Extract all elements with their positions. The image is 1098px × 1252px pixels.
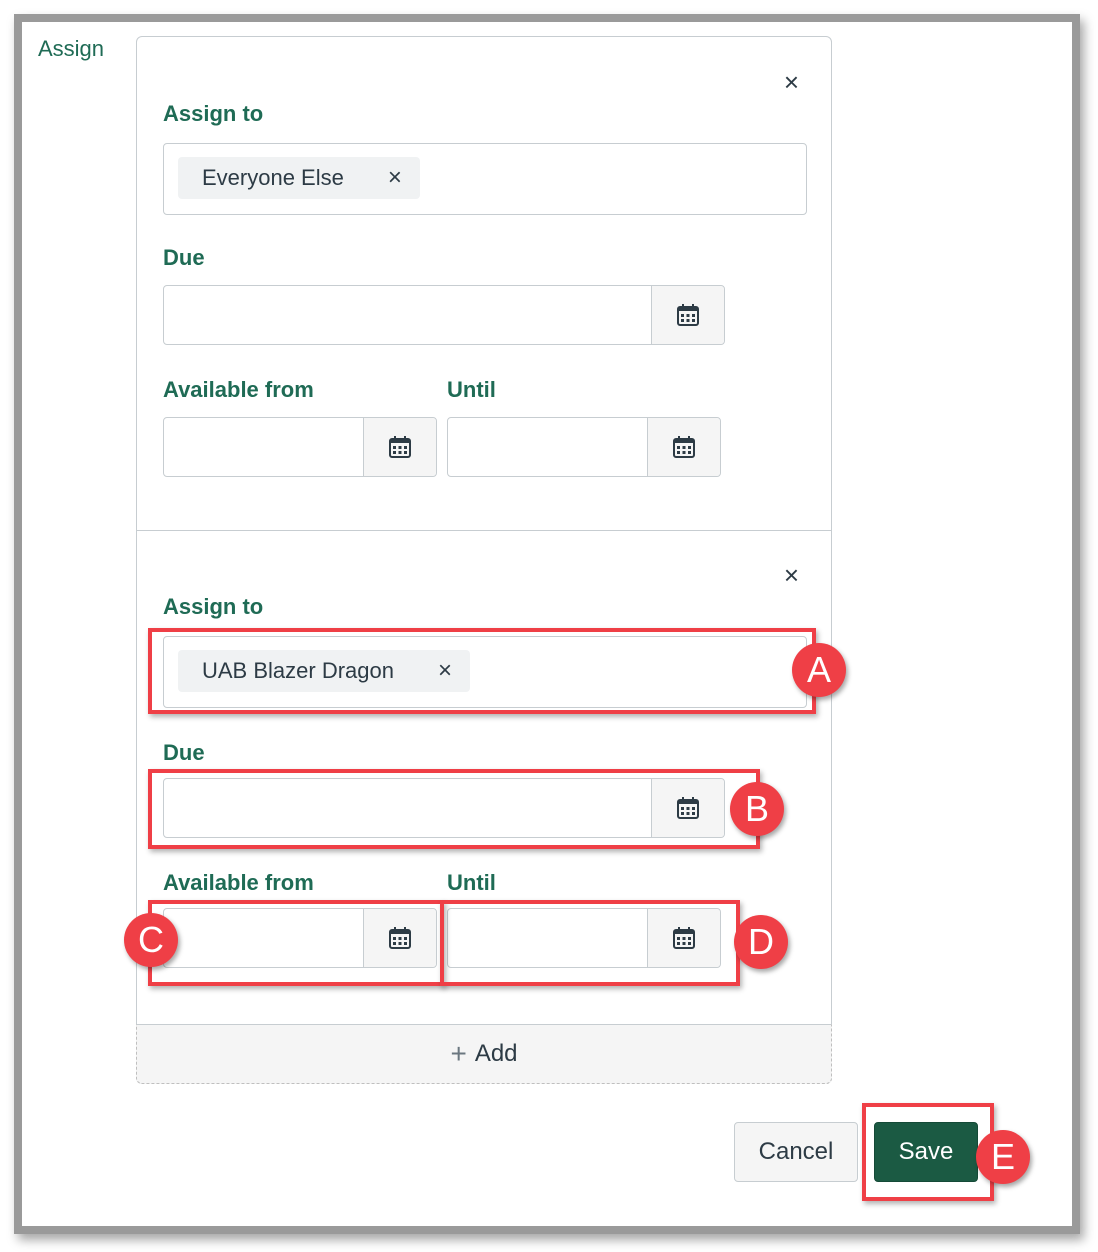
until-field: [447, 417, 721, 477]
available-from-calendar-button[interactable]: [363, 418, 436, 476]
due-date-input[interactable]: [164, 286, 651, 344]
calendar-icon: [389, 436, 411, 458]
assign-to-label: Assign to: [163, 594, 264, 619]
available-from-field: [163, 417, 437, 477]
assign-to-input[interactable]: Everyone Else ×: [163, 143, 807, 215]
annotation-box-d: [440, 900, 740, 986]
assignee-name: Everyone Else: [202, 165, 344, 190]
annotation-box-b: [148, 769, 760, 849]
until-input[interactable]: [448, 418, 647, 476]
due-label: Due: [163, 245, 205, 270]
add-assignment-button[interactable]: + Add: [136, 1024, 832, 1084]
remove-assignee-x-icon[interactable]: ×: [388, 164, 402, 192]
remove-assignment-2-close-icon[interactable]: ×: [784, 562, 799, 588]
assignment-block-1: × Assign to Everyone Else × Due Availabl…: [137, 37, 831, 531]
assign-section-label: Assign: [38, 36, 105, 61]
available-from-label: Available from: [163, 377, 314, 402]
due-calendar-button[interactable]: [651, 286, 724, 344]
due-date-field: [163, 285, 725, 345]
plus-icon: +: [450, 1038, 467, 1069]
cancel-button[interactable]: Cancel: [734, 1122, 858, 1182]
calendar-icon: [677, 304, 699, 326]
until-calendar-button[interactable]: [647, 418, 720, 476]
assignee-pill: Everyone Else ×: [178, 157, 420, 199]
annotation-box-e: [862, 1103, 994, 1201]
annotation-box-c: [148, 900, 444, 986]
calendar-icon: [673, 436, 695, 458]
due-label: Due: [163, 740, 205, 765]
annotation-badge-d: D: [734, 915, 788, 969]
available-from-input[interactable]: [164, 418, 363, 476]
available-from-label: Available from: [163, 870, 314, 895]
add-label: Add: [474, 1040, 518, 1067]
until-label: Until: [447, 870, 496, 895]
annotation-box-a: [148, 628, 816, 714]
assign-to-label: Assign to: [163, 101, 264, 126]
annotation-badge-a: A: [792, 643, 846, 697]
annotation-badge-e: E: [976, 1130, 1030, 1184]
annotation-badge-b: B: [730, 782, 784, 836]
remove-assignment-1-close-icon[interactable]: ×: [784, 69, 799, 95]
annotation-badge-c: C: [124, 913, 178, 967]
until-label: Until: [447, 377, 496, 402]
